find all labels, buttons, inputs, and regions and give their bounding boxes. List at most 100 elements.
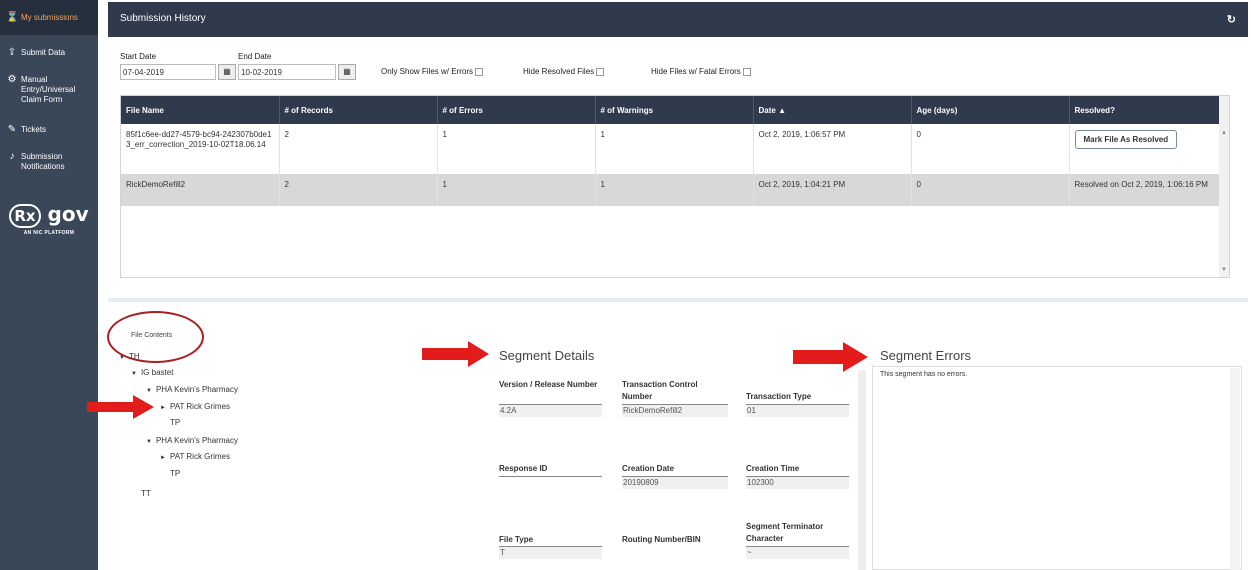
tree-node[interactable]: ▼ TH	[119, 352, 140, 361]
tree-node[interactable]: TT	[141, 489, 151, 498]
segment-errors-message: This segment has no errors.	[880, 371, 968, 378]
page-title: Submission History	[120, 13, 206, 24]
collapse-icon[interactable]: ▼	[131, 371, 137, 377]
field-label: Transaction Control Number	[622, 380, 698, 401]
cell-errors: 1	[437, 124, 596, 174]
bell-icon: ♪	[9, 151, 15, 162]
table-scrollbar[interactable]: ▲ ▼	[1219, 96, 1229, 277]
upload-icon: ⇪	[7, 47, 17, 58]
annotation-arrow	[793, 342, 868, 372]
tree-node-label: PHA Kevin's Pharmacy	[155, 385, 238, 394]
sidebar-item-label: Submit Data	[21, 48, 66, 57]
hide-resolved-checkbox[interactable]	[596, 67, 605, 76]
cell-age: 0	[911, 124, 1070, 174]
tree-node[interactable]: TP	[170, 469, 180, 478]
segment-errors-panel	[872, 366, 1242, 570]
field-label: Transaction Type	[746, 392, 812, 401]
column-header[interactable]: # of Errors	[437, 96, 596, 124]
sidebar-item-label: Tickets	[21, 125, 47, 134]
tree-node-label: TT	[141, 489, 151, 498]
annotation-arrow	[422, 341, 489, 367]
field-label: Creation Date	[622, 464, 675, 473]
expand-icon[interactable]: ►	[160, 455, 166, 461]
sidebar: ⌛ My submissions ⇪ Submit Data ⚙ Manual …	[0, 0, 98, 570]
start-calendar-icon[interactable]: ▦	[218, 64, 236, 80]
field-label: Routing Number/BIN	[622, 535, 701, 544]
sidebar-item-tickets[interactable]: ✎ Tickets	[0, 121, 98, 139]
field-value: 4.2A	[499, 405, 602, 417]
tree-node[interactable]: ► PAT Rick Grimes	[160, 452, 230, 461]
field-label: File Type	[499, 535, 534, 544]
only-errors-checkbox[interactable]	[475, 67, 484, 76]
field-value: 20190809	[622, 477, 728, 489]
hide-fatal-filter[interactable]: Hide Files w/ Fatal Errors	[651, 67, 751, 76]
column-header[interactable]: Resolved?	[1069, 96, 1221, 124]
end-date-input[interactable]: 10-02-2019	[238, 64, 336, 80]
cell-date: Oct 2, 2019, 1:06:57 PM	[753, 124, 912, 174]
tree-node[interactable]: TP	[170, 418, 180, 427]
tree-node[interactable]: ► PAT Rick Grimes	[160, 402, 230, 411]
field-underline	[499, 476, 602, 477]
submission-table: File Name # of Records # of Errors # of …	[120, 95, 1230, 278]
scroll-up-icon[interactable]: ▲	[1221, 130, 1227, 136]
section-divider	[108, 298, 1248, 302]
end-calendar-icon[interactable]: ▦	[338, 64, 356, 80]
field-value: 01	[746, 405, 849, 417]
start-date-input[interactable]: 07-04-2019	[120, 64, 216, 80]
cell-age: 0	[911, 174, 1070, 206]
segment-errors-title: Segment Errors	[880, 348, 972, 363]
end-date-label: End Date	[238, 52, 272, 61]
cell-warnings: 1	[595, 124, 754, 174]
sidebar-item-manual-entry[interactable]: ⚙ Manual Entry/Universal Claim Form	[0, 71, 98, 109]
tree-node-label: TP	[170, 418, 181, 427]
field-label: Segment Terminator Character	[746, 522, 824, 543]
sidebar-item-label: Manual Entry/Universal Claim Form	[21, 75, 76, 104]
scroll-down-icon[interactable]: ▼	[1221, 267, 1227, 273]
sidebar-item-notifications[interactable]: ♪ Submission Notifications	[0, 148, 98, 176]
errors-scrollbar[interactable]	[1230, 368, 1240, 570]
tree-node[interactable]: ▼ IG bastet	[131, 368, 173, 377]
cell-resolved: Resolved on Oct 2, 2019, 1:06:16 PM	[1069, 174, 1221, 206]
details-scrollbar[interactable]	[858, 370, 866, 570]
field-value: RickDemoRefill2	[622, 405, 728, 417]
hide-resolved-filter[interactable]: Hide Resolved Files	[523, 67, 605, 76]
column-header[interactable]: # of Records	[279, 96, 438, 124]
tree-node[interactable]: ▼ PHA Kevin's Pharmacy	[146, 385, 238, 394]
table-row[interactable]: 85f1c6ee-dd27-4579-bc94-242307b0de13_err…	[121, 124, 1221, 174]
sidebar-item-my-submissions[interactable]: ⌛ My submissions	[0, 0, 98, 35]
cell-file-name: 85f1c6ee-dd27-4579-bc94-242307b0de13_err…	[121, 124, 280, 174]
sidebar-item-submit-data[interactable]: ⇪ Submit Data	[0, 44, 98, 62]
cell-resolved: Mark File As Resolved	[1069, 124, 1221, 174]
tree-node-label: PHA Kevin's Pharmacy	[155, 436, 238, 445]
expand-icon[interactable]: ►	[160, 405, 166, 411]
collapse-icon[interactable]: ▼	[119, 355, 125, 361]
column-header[interactable]: File Name	[121, 96, 280, 124]
field-label: Creation Time	[746, 464, 800, 473]
sidebar-item-label: My submissions	[21, 12, 78, 22]
tree-node[interactable]: ▼ PHA Kevin's Pharmacy	[146, 436, 238, 445]
collapse-icon[interactable]: ▼	[146, 388, 152, 394]
table-row[interactable]: RickDemoRefill2 2 1 1 Oct 2, 2019, 1:04:…	[121, 174, 1221, 206]
mark-resolved-button[interactable]: Mark File As Resolved	[1074, 130, 1178, 149]
hide-resolved-label: Hide Resolved Files	[523, 67, 595, 76]
tag-icon: ✎	[7, 124, 17, 135]
logo-mark: Rx gov	[0, 202, 98, 228]
column-header[interactable]: # of Warnings	[595, 96, 754, 124]
cell-date: Oct 2, 2019, 1:04:21 PM	[753, 174, 912, 206]
cell-errors: 1	[437, 174, 596, 206]
page-header: Submission History ↻	[108, 2, 1248, 37]
column-header[interactable]: Date ▲	[753, 96, 912, 124]
only-errors-filter[interactable]: Only Show Files w/ Errors	[381, 67, 484, 76]
logo-subtitle: AN NIC PLATFORM	[23, 230, 75, 236]
annotation-arrow	[87, 395, 154, 419]
cell-warnings: 1	[595, 174, 754, 206]
hourglass-icon: ⌛	[6, 11, 19, 23]
collapse-icon[interactable]: ▼	[146, 439, 152, 445]
tree-node-label: IG bastet	[140, 368, 174, 377]
column-header[interactable]: Age (days)	[911, 96, 1070, 124]
logo: Rx gov AN NIC PLATFORM	[0, 202, 98, 236]
tree-node-label: PAT Rick Grimes	[169, 402, 230, 411]
refresh-icon[interactable]: ↻	[1227, 13, 1236, 26]
field-label: Version / Release Number	[499, 380, 598, 389]
hide-fatal-checkbox[interactable]	[742, 67, 751, 76]
